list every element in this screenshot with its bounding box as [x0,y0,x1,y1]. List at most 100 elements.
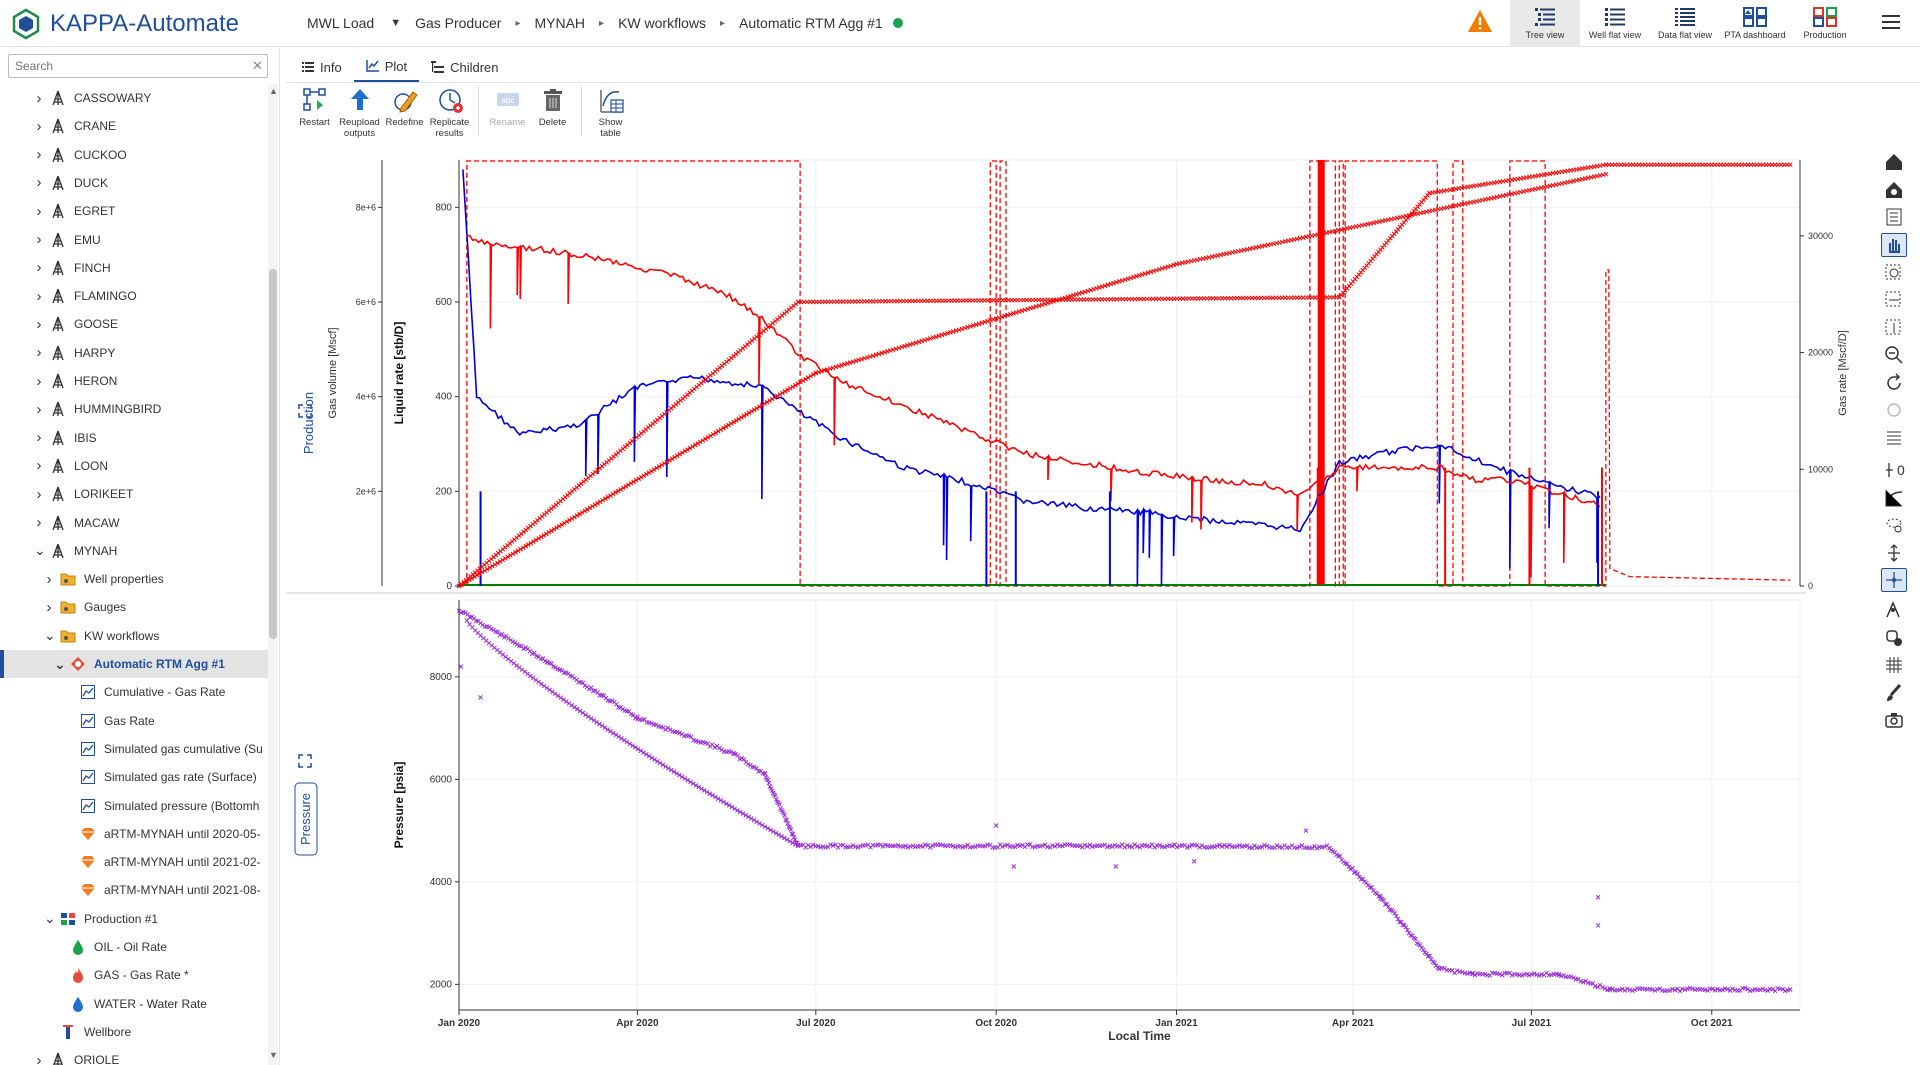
grid-tool-button[interactable] [1881,653,1907,677]
clear-search-icon[interactable]: ✕ [252,58,263,74]
rotate-tool-button[interactable] [1881,371,1907,395]
reupload-outputs-button[interactable]: Reupload outputs [337,86,382,139]
breadcrumb-item[interactable]: MWL Load [307,15,374,31]
tree-item-egret[interactable]: › EGRET [0,197,268,225]
brush-tool-button[interactable] [1881,681,1907,705]
tree-item-artm-mynah-until-2020-05[interactable]: aRTM-MYNAH until 2020-05- [0,820,268,848]
chevron-right-icon[interactable]: › [34,429,44,446]
tab-info[interactable]: Info [290,52,354,82]
tree-item-well-properties[interactable]: › Well properties [0,565,268,593]
zoom-out-tool-button[interactable] [1881,343,1907,367]
chevron-down-icon[interactable]: ▼ [390,17,401,29]
warning-icon[interactable] [1467,9,1493,38]
settings-home-tool-button[interactable] [1881,178,1907,202]
chevron-right-icon[interactable]: › [34,118,44,135]
redefine-button[interactable]: Redefine [382,86,427,139]
show-table-button[interactable]: Show table [588,86,633,139]
tree-item-gauges[interactable]: › Gauges [0,593,268,621]
chevron-right-icon[interactable]: › [34,486,44,503]
breadcrumb-item[interactable]: MYNAH [534,15,585,31]
pta-dashboard-button[interactable]: PTA dashboard [1720,0,1790,47]
tree-item-gas-rate[interactable]: Gas Rate [0,707,268,735]
search-input[interactable] [8,54,268,78]
chevron-right-icon[interactable]: › [34,457,44,474]
tree-item-gas-gas-rate[interactable]: GAS - Gas Rate * [0,961,268,989]
home-tool-button[interactable] [1881,150,1907,174]
chevron-down-icon[interactable]: ⌄ [34,542,46,559]
tree-item-simulated-pressure-bottomh[interactable]: Simulated pressure (Bottomh [0,792,268,820]
pressure-panel-label[interactable]: Pressure [298,793,313,845]
expand-panel-icon[interactable] [298,754,312,768]
production-view-button[interactable]: Production [1790,0,1860,47]
tree-item-goose[interactable]: › GOOSE [0,310,268,338]
rename-button[interactable]: abc Rename [485,86,530,139]
replicate-results-button[interactable]: Replicate results [427,86,472,139]
chevron-down-icon[interactable]: ⌄ [44,910,56,927]
tree-item-hummingbird[interactable]: › HUMMINGBIRD [0,395,268,423]
pan-hand-tool-button[interactable] [1881,233,1907,257]
zoom-box-tool-button[interactable] [1881,261,1907,285]
tree-item-water-water-rate[interactable]: WATER - Water Rate [0,990,268,1018]
chevron-right-icon[interactable]: › [34,401,44,418]
tree-item-oriole[interactable]: › ORIOLE [0,1046,268,1065]
tab-plot[interactable]: Plot [353,52,420,82]
tree-item-kw-workflows[interactable]: ⌄ KW workflows [0,622,268,650]
scroll-down-icon[interactable]: ▼ [269,1050,278,1060]
tree-item-simulated-gas-rate-surface[interactable]: Simulated gas rate (Surface) [0,763,268,791]
data-flat-view-button[interactable]: Data flat view [1650,0,1720,47]
chevron-right-icon[interactable]: › [34,90,44,107]
scroll-up-icon[interactable]: ▲ [269,86,278,96]
camera-tool-button[interactable] [1881,708,1907,732]
legend-tool-button[interactable] [1881,426,1907,450]
point-tool-button[interactable] [1881,626,1907,650]
tree-item-lorikeet[interactable]: › LORIKEET [0,480,268,508]
chevron-right-icon[interactable]: › [34,514,44,531]
list-tool-button[interactable] [1881,205,1907,229]
delete-button[interactable]: Delete [530,86,575,139]
production-pressure-chart[interactable]: Jan 2020 Apr 2020 Jul 2020 Oct 2020 Jan 2021… [286,150,1874,1040]
chevron-right-icon[interactable]: › [34,259,44,276]
lasso-tool-button[interactable] [1881,513,1907,537]
chevron-right-icon[interactable]: › [34,146,44,163]
chevron-right-icon[interactable]: › [34,1052,44,1065]
zoom-x-tool-button[interactable] [1881,288,1907,312]
breadcrumb-item[interactable]: KW workflows [618,15,706,31]
restart-button[interactable]: Restart [292,86,337,139]
vertical-arrows-tool-button[interactable] [1881,541,1907,565]
chevron-down-icon[interactable]: ⌄ [44,627,56,644]
tree-item-mynah[interactable]: ⌄ MYNAH [0,537,268,565]
chevron-right-icon[interactable]: › [44,571,54,588]
tree-item-finch[interactable]: › FINCH [0,254,268,282]
chevron-right-icon[interactable]: › [44,599,54,616]
tree-item-duck[interactable]: › DUCK [0,169,268,197]
crosshair-tool-button[interactable] [1881,568,1907,592]
curve-tool-button[interactable] [1881,486,1907,510]
tree-item-loon[interactable]: › LOON [0,452,268,480]
tree-item-cuckoo[interactable]: › CUCKOO [0,141,268,169]
tree-item-simulated-gas-cumulative-su[interactable]: Simulated gas cumulative (Su [0,735,268,763]
marker-tool-button[interactable] [1881,598,1907,622]
tree-item-oil-oil-rate[interactable]: OIL - Oil Rate [0,933,268,961]
tree-item-crane[interactable]: › CRANE [0,112,268,140]
tree-item-wellbore[interactable]: Wellbore [0,1018,268,1046]
chevron-right-icon[interactable]: › [34,174,44,191]
tab-children[interactable]: Children [419,52,510,82]
tree-item-heron[interactable]: › HERON [0,367,268,395]
chevron-right-icon[interactable]: › [34,373,44,390]
scroll-thumb[interactable] [269,269,277,639]
chevron-down-icon[interactable]: ⌄ [54,656,66,673]
tree-item-cassowary[interactable]: › CASSOWARY [0,84,268,112]
tree-item-artm-mynah-until-2021-02[interactable]: aRTM-MYNAH until 2021-02- [0,848,268,876]
tree-item-production-1[interactable]: ⌄ Production #1 [0,905,268,933]
tree-item-harpy[interactable]: › HARPY [0,339,268,367]
tree-item-cumulative-gas-rate[interactable]: Cumulative - Gas Rate [0,678,268,706]
tree-item-artm-mynah-until-2021-08[interactable]: aRTM-MYNAH until 2021-08- [0,876,268,904]
tree-item-flamingo[interactable]: › FLAMINGO [0,282,268,310]
breadcrumb-item-current[interactable]: Automatic RTM Agg #1 [739,15,883,31]
tree-item-macaw[interactable]: › MACAW [0,509,268,537]
y-offset-tool-button[interactable]: 0 [1881,458,1907,482]
well-flat-view-button[interactable]: Well flat view [1580,0,1650,47]
tree-item-automatic-rtm-agg-1[interactable]: ⌄ Automatic RTM Agg #1 [0,650,268,678]
production-panel-label[interactable]: Production [301,392,316,454]
breadcrumb-item[interactable]: Gas Producer [415,15,501,31]
